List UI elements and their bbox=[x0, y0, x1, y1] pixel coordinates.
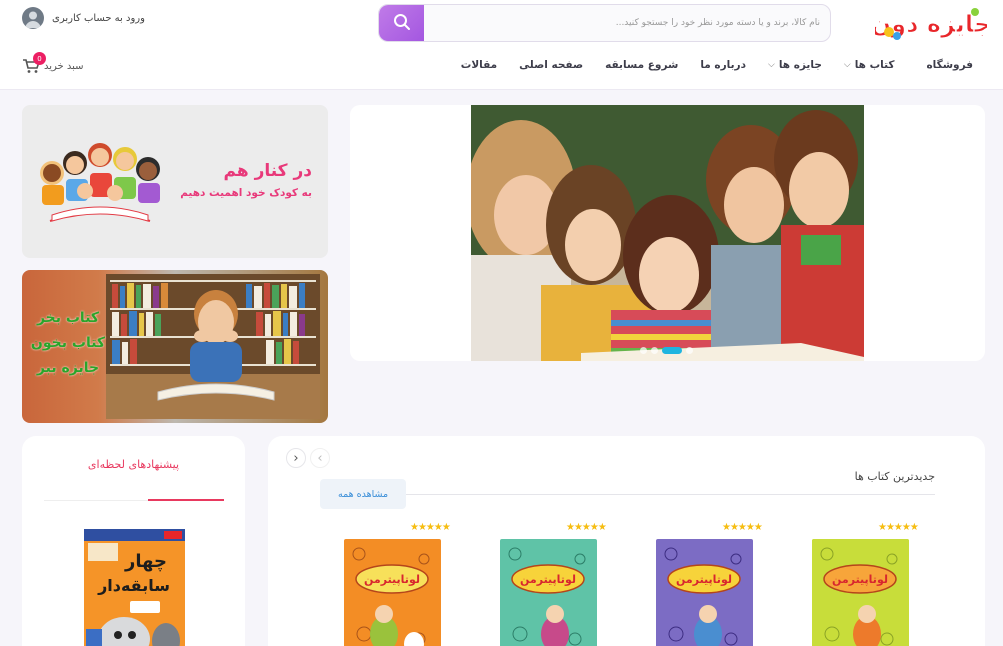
product-cover[interactable]: لوتاپیترمن bbox=[656, 539, 753, 646]
banner1-subtitle: به کودک خود اهمیت دهیم bbox=[180, 187, 312, 199]
cart-icon: 0 bbox=[22, 52, 46, 74]
nav-item-about[interactable]: درباره ما bbox=[700, 59, 746, 71]
nav-label: فروشگاه bbox=[926, 59, 973, 71]
hero-image bbox=[471, 105, 864, 361]
instant-suggestions-section: پیشنهادهای لحظه‌ای چهار سابقه‌دار bbox=[22, 436, 245, 646]
banner-together[interactable]: در کنار هم به کودک خود اهمیت دهیم bbox=[22, 105, 328, 258]
cover-title: لوتاپیترمن bbox=[676, 573, 732, 586]
slider-dot[interactable] bbox=[651, 347, 658, 354]
search-icon bbox=[393, 13, 411, 35]
nav-item-shop[interactable]: فروشگاه bbox=[926, 59, 973, 71]
cart-count-badge: 0 bbox=[33, 52, 46, 65]
nav-label: درباره ما bbox=[700, 59, 746, 71]
product-rating: ★★★★★ bbox=[722, 522, 763, 533]
suggested-book-cover[interactable]: چهار سابقه‌دار bbox=[84, 529, 185, 646]
product-cover[interactable]: لوتاپیترمن bbox=[500, 539, 597, 646]
product-rating: ★★★★★ bbox=[878, 522, 919, 533]
banner2-line1: کتاب بخر bbox=[36, 310, 100, 326]
product-cover[interactable]: لوتاپیترمن bbox=[812, 539, 909, 646]
search-input[interactable] bbox=[424, 5, 830, 41]
book-title-line2: سابقه‌دار bbox=[97, 576, 170, 595]
section-title: جدیدترین کتاب ها bbox=[854, 470, 935, 483]
user-avatar-icon bbox=[22, 7, 44, 29]
nav-item-articles[interactable]: مقالات bbox=[461, 59, 497, 71]
product-rating: ★★★★★ bbox=[410, 522, 451, 533]
slider-dot-active[interactable] bbox=[662, 347, 682, 354]
slider-dot[interactable] bbox=[686, 347, 693, 354]
see-all-button[interactable]: مشاهده همه bbox=[320, 479, 406, 509]
slider-dot[interactable] bbox=[640, 347, 647, 354]
cart-label: سبد خرید bbox=[44, 60, 84, 72]
banner2-line2: کتاب بخون bbox=[30, 335, 106, 351]
banner-buy-read-win[interactable]: کتاب بخر کتاب بخون جایزه ببر bbox=[22, 270, 328, 423]
banner1-title: در کنار هم bbox=[223, 161, 312, 181]
product-rating: ★★★★★ bbox=[566, 522, 607, 533]
chevron-down-icon: ⌵ bbox=[768, 60, 775, 70]
chevron-left-icon: ‹ bbox=[293, 450, 299, 466]
login-label: ورود به حساب کاربری bbox=[52, 12, 145, 24]
slider-dots bbox=[640, 347, 693, 354]
nav-item-start-contest[interactable]: شروع مسابقه bbox=[605, 59, 678, 71]
chevron-right-icon: › bbox=[317, 450, 323, 466]
suggestions-title: پیشنهادهای لحظه‌ای bbox=[87, 458, 180, 471]
site-logo[interactable]: جایزه دون bbox=[870, 2, 992, 44]
section-divider bbox=[320, 494, 935, 495]
nav-label: جایزه ها bbox=[778, 59, 822, 71]
hero-slider[interactable] bbox=[350, 105, 985, 361]
nav-item-home[interactable]: صفحه اصلی bbox=[519, 59, 583, 71]
carousel-prev-button[interactable]: › bbox=[310, 448, 330, 468]
search-button[interactable] bbox=[379, 5, 424, 41]
suggestions-divider-accent bbox=[148, 499, 224, 501]
cover-title: لوتاپیترمن bbox=[364, 573, 420, 586]
chevron-down-icon: ⌵ bbox=[843, 60, 851, 70]
banner2-text: کتاب بخر کتاب بخون جایزه ببر bbox=[30, 306, 106, 381]
carousel-next-button[interactable]: ‹ bbox=[286, 448, 306, 468]
nav-item-books[interactable]: کتاب ها ⌵ bbox=[844, 59, 895, 71]
cover-title: لوتاپیترمن bbox=[520, 573, 576, 586]
newest-books-section: ‹ › جدیدترین کتاب ها مشاهده همه ★★★★★ لو… bbox=[268, 436, 985, 646]
nav-label: صفحه اصلی bbox=[519, 59, 584, 71]
nav-label: شروع مسابقه bbox=[605, 59, 679, 71]
library-boy-illustration bbox=[106, 274, 320, 423]
nav-label: مقالات bbox=[460, 59, 498, 71]
kids-reading-illustration bbox=[30, 133, 170, 233]
banner2-line3: جایزه ببر bbox=[36, 360, 100, 376]
main-nav: فروشگاه کتاب ها ⌵ جایزه ها ⌵ درباره ما شرو… bbox=[461, 59, 973, 71]
login-link[interactable]: ورود به حساب کاربری bbox=[22, 7, 145, 29]
book-title-line1: چهار bbox=[124, 551, 167, 572]
nav-item-prizes[interactable]: جایزه ها ⌵ bbox=[768, 59, 822, 71]
header: جایزه دون ورود به حساب کاربری سبد خرید 0… bbox=[0, 0, 1003, 90]
nav-label: کتاب ها bbox=[854, 59, 895, 71]
cover-title: لوتاپیترمن bbox=[832, 573, 888, 586]
search-bar bbox=[378, 4, 831, 42]
product-cover[interactable]: لوتاپیترمن bbox=[344, 539, 441, 646]
cart-button[interactable]: سبد خرید 0 bbox=[22, 52, 84, 74]
